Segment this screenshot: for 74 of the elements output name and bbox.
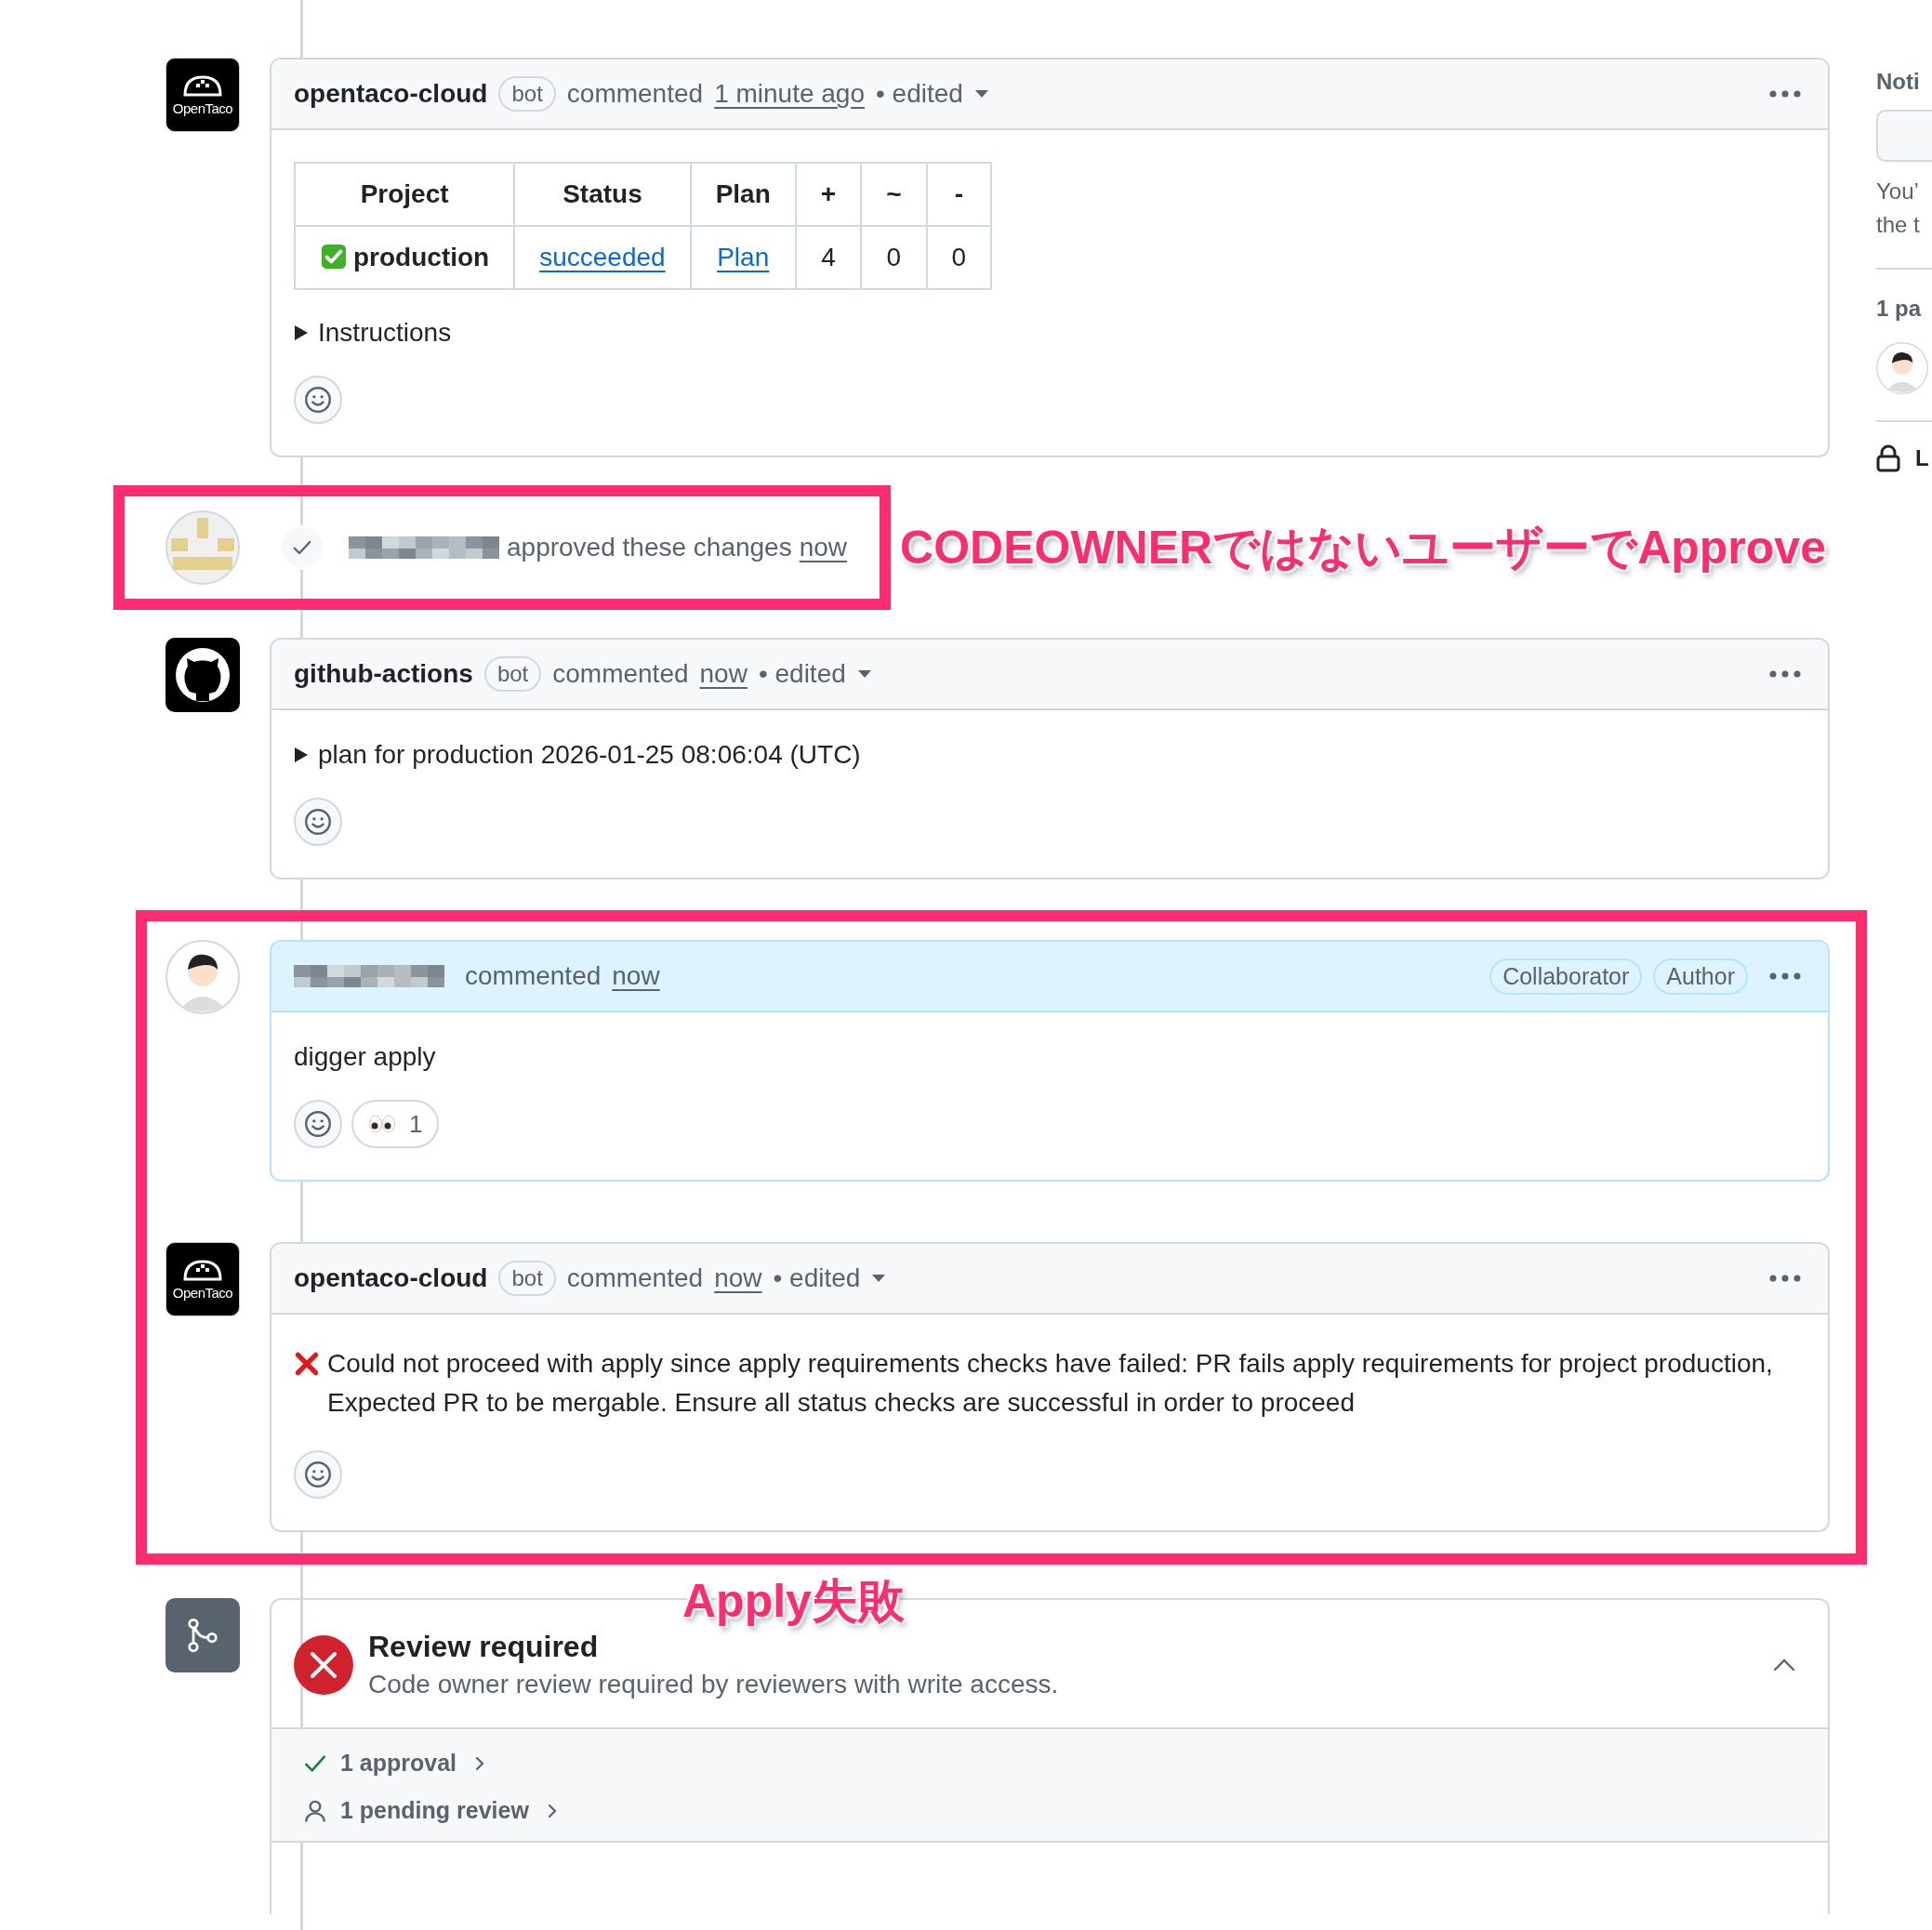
details-summary[interactable]: plan for production 2026-01-25 08:06:04 (UTC) bbox=[318, 740, 861, 770]
bot-badge: bot bbox=[483, 656, 542, 692]
author-name[interactable]: github-actions bbox=[294, 659, 473, 689]
table-header: Project bbox=[295, 163, 515, 226]
table-cell-text: 0 bbox=[951, 243, 967, 271]
participants-heading: 1 pa bbox=[1876, 296, 1923, 322]
review-summary-link[interactable]: 1 approval bbox=[340, 1750, 457, 1777]
opentaco-avatar[interactable]: OpenTaco bbox=[165, 58, 240, 132]
author-name[interactable]: opentaco-cloud bbox=[294, 1263, 488, 1293]
more-options-icon[interactable] bbox=[1768, 972, 1802, 981]
more-options-icon[interactable] bbox=[1768, 89, 1802, 99]
edited-label[interactable]: • edited bbox=[758, 659, 846, 689]
review-text: approved these changes bbox=[507, 533, 792, 562]
notification-text: You’ bbox=[1876, 178, 1920, 205]
caret-icon[interactable] bbox=[856, 669, 872, 679]
role-label: Collaborator bbox=[1489, 958, 1643, 995]
user-avatar[interactable] bbox=[165, 940, 240, 1014]
more-options-icon[interactable] bbox=[1768, 1274, 1802, 1283]
review-summary-link[interactable]: 1 pending review bbox=[340, 1797, 529, 1824]
table-cell-text: 4 bbox=[821, 243, 836, 271]
table-cell-text: 0 bbox=[886, 243, 902, 271]
smiley-icon bbox=[304, 1461, 332, 1488]
more-options-icon[interactable] bbox=[1768, 669, 1802, 679]
add-reaction-button[interactable] bbox=[294, 798, 342, 846]
edited-label[interactable]: • edited bbox=[876, 79, 963, 109]
comment-action: commented bbox=[465, 961, 602, 991]
merge-status-title: Review required bbox=[368, 1630, 600, 1664]
caret-icon[interactable] bbox=[871, 1274, 887, 1283]
notifications-heading: Noti bbox=[1876, 69, 1921, 95]
annotation-note: CODEOWNERではないユーザーでApprove bbox=[900, 520, 1826, 575]
comment-action: commented bbox=[566, 79, 704, 109]
cat-logo-avatar[interactable] bbox=[165, 638, 240, 712]
bot-badge: bot bbox=[498, 76, 556, 112]
timestamp-link[interactable]: now bbox=[799, 533, 848, 562]
table-header: Status bbox=[514, 163, 691, 226]
merge-status-description: Code owner review required by reviewers with write access. bbox=[368, 1670, 1060, 1699]
smiley-icon bbox=[304, 808, 332, 836]
person-icon bbox=[303, 1798, 327, 1823]
timestamp-link[interactable]: now bbox=[714, 1263, 762, 1293]
smiley-icon bbox=[304, 1110, 332, 1138]
lock-conversation-link[interactable]: L bbox=[1915, 445, 1929, 471]
author-name[interactable]: opentaco-cloud bbox=[294, 79, 488, 109]
timestamp-link[interactable]: now bbox=[612, 961, 660, 991]
add-reaction-button[interactable] bbox=[294, 376, 342, 424]
comment-action: commented bbox=[566, 1263, 704, 1293]
annotation-note: Apply失敗 bbox=[682, 1574, 905, 1629]
table-header: - bbox=[926, 163, 992, 226]
add-reaction-button[interactable] bbox=[294, 1450, 342, 1499]
collapsed-triangle-icon[interactable] bbox=[294, 747, 309, 763]
cross-icon bbox=[294, 1351, 320, 1377]
eyes-icon bbox=[368, 1114, 396, 1134]
merge-icon bbox=[165, 1598, 240, 1672]
caret-icon[interactable] bbox=[973, 89, 989, 99]
table-cell-text: production bbox=[353, 243, 490, 271]
details-summary[interactable]: Instructions bbox=[318, 318, 452, 348]
lock-icon bbox=[1876, 444, 1900, 472]
comment-text: digger apply bbox=[294, 1042, 437, 1072]
opentaco-avatar[interactable]: OpenTaco bbox=[165, 1242, 240, 1316]
table-header: + bbox=[795, 163, 862, 226]
smiley-icon bbox=[304, 386, 332, 414]
table-header: Plan bbox=[690, 163, 796, 226]
timestamp-link[interactable]: now bbox=[699, 659, 748, 689]
add-reaction-button[interactable] bbox=[294, 1100, 342, 1148]
bot-badge: bot bbox=[498, 1261, 556, 1296]
timestamp-link[interactable]: 1 minute ago bbox=[714, 79, 865, 109]
notification-text: the t bbox=[1876, 211, 1921, 239]
table-header: ~ bbox=[861, 163, 927, 226]
collapsed-triangle-icon[interactable] bbox=[294, 324, 309, 341]
comment-action: commented bbox=[552, 659, 689, 689]
participant-avatar[interactable] bbox=[1876, 342, 1928, 394]
error-message: Could not proceed with apply since apply requirements checks have failed: PR fails apply requirements for project production, Expected PR to be mergable. Ensure all status checks are successful in order to proceed bbox=[327, 1348, 1774, 1419]
reaction-button[interactable]: 1 bbox=[351, 1100, 440, 1148]
role-label: Author bbox=[1653, 958, 1748, 995]
edited-label[interactable]: • edited bbox=[773, 1263, 861, 1293]
